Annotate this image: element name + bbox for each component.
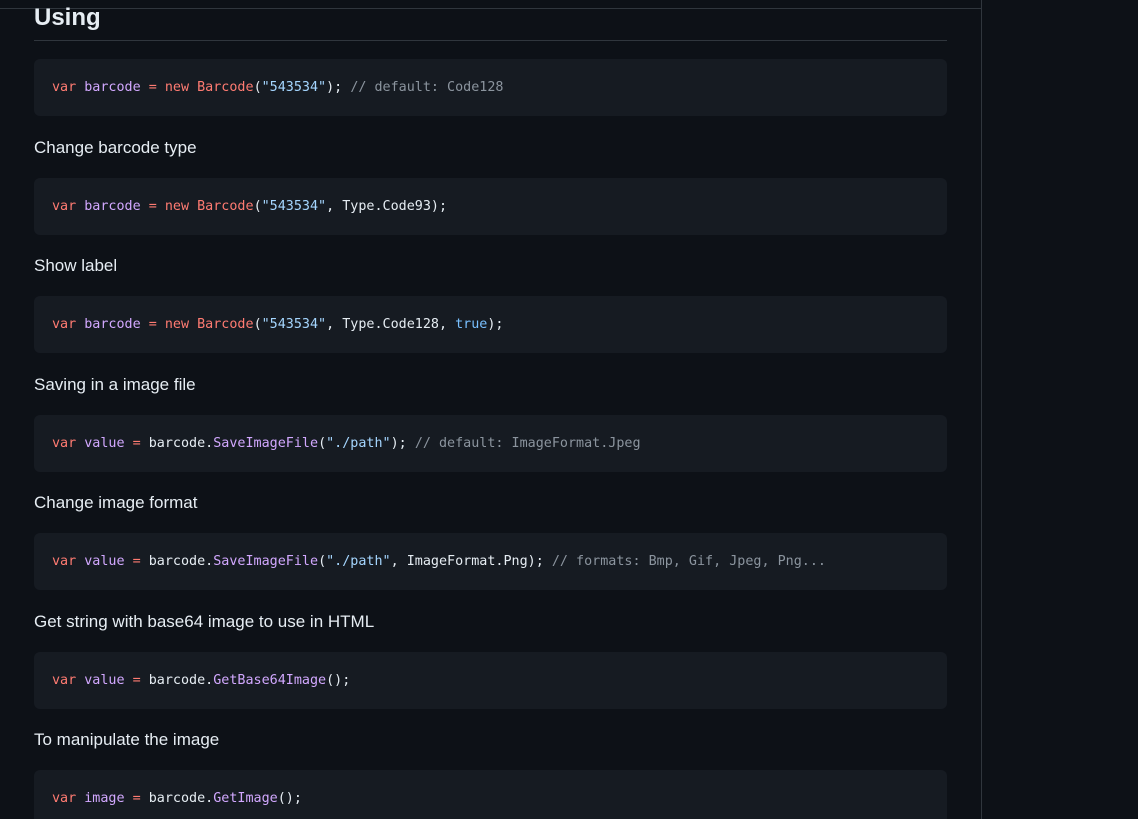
code-token: true <box>455 317 488 332</box>
code-block-change-image-format[interactable]: var value = barcode.SaveImageFile("./pat… <box>34 533 947 590</box>
code-token: barcode. <box>140 436 214 451</box>
code-token: var <box>52 673 77 688</box>
code-comment: // default: Code128 <box>350 80 504 95</box>
code-token: ); <box>326 80 351 95</box>
code-token: ); <box>390 436 415 451</box>
code-token: , Type.Code128, <box>326 317 456 332</box>
paragraph-base64-image: Get string with base64 image to use in H… <box>34 612 375 631</box>
right-side-panel <box>983 0 1138 819</box>
code-token: new <box>164 80 190 95</box>
code-token: barcode <box>84 317 141 332</box>
code-comment: // default: ImageFormat.Jpeg <box>414 436 641 451</box>
code-token: = <box>132 436 141 451</box>
code-token: = <box>148 199 157 214</box>
code-block-saving-image-file[interactable]: var value = barcode.SaveImageFile("./pat… <box>34 415 947 472</box>
code-token: value <box>84 436 125 451</box>
code-token: "543534" <box>261 199 327 214</box>
code-token: barcode <box>84 199 141 214</box>
code-token: value <box>84 673 125 688</box>
code-token: var <box>52 554 77 569</box>
code-token: ( <box>318 554 327 569</box>
code-token: = <box>148 80 157 95</box>
paragraph-manipulate-image: To manipulate the image <box>34 730 220 749</box>
code-token: var <box>52 199 77 214</box>
section-heading-using: Using <box>34 0 947 41</box>
code-token: var <box>52 317 77 332</box>
code-block-show-label[interactable]: var barcode = new Barcode("543534", Type… <box>34 296 947 353</box>
code-token: ( <box>318 436 327 451</box>
paragraph-show-label: Show label <box>34 256 118 275</box>
code-token: SaveImageFile <box>213 554 319 569</box>
code-token: = <box>148 317 157 332</box>
code-token: "543534" <box>261 80 327 95</box>
code-token: (); <box>277 791 302 806</box>
paragraph-change-barcode-type: Change barcode type <box>34 138 197 157</box>
code-token: Barcode <box>197 317 254 332</box>
code-token: image <box>84 791 125 806</box>
code-token: ); <box>487 317 504 332</box>
code-comment: // formats: Bmp, Gif, Jpeg, Png... <box>551 554 826 569</box>
code-token: barcode <box>84 80 141 95</box>
code-token: var <box>52 80 77 95</box>
code-block-base64-image[interactable]: var value = barcode.GetBase64Image(); <box>34 652 947 709</box>
code-token: "./path" <box>326 554 391 569</box>
code-block-manipulate-image[interactable]: var image = barcode.GetImage(); <box>34 770 947 819</box>
code-token: = <box>132 791 141 806</box>
code-token: var <box>52 791 77 806</box>
code-token: new <box>164 199 190 214</box>
code-token: GetBase64Image <box>213 673 327 688</box>
code-token: new <box>164 317 190 332</box>
code-token: "./path" <box>326 436 391 451</box>
code-token: barcode. <box>140 791 214 806</box>
code-block-default-barcode[interactable]: var barcode = new Barcode("543534"); // … <box>34 59 947 116</box>
code-token: value <box>84 554 125 569</box>
code-token: GetImage <box>213 791 278 806</box>
paragraph-saving-image-file: Saving in a image file <box>34 375 196 394</box>
code-token: , Type.Code93); <box>326 199 448 214</box>
paragraph-change-image-format: Change image format <box>34 493 198 512</box>
code-token: (); <box>326 673 351 688</box>
code-token: SaveImageFile <box>213 436 319 451</box>
code-token: "543534" <box>261 317 327 332</box>
code-token: ( <box>253 317 262 332</box>
code-token: barcode. <box>140 673 214 688</box>
code-token: barcode. <box>140 554 214 569</box>
code-token: = <box>132 554 141 569</box>
code-token: ( <box>253 80 262 95</box>
code-token: var <box>52 436 77 451</box>
code-block-change-barcode-type[interactable]: var barcode = new Barcode("543534", Type… <box>34 178 947 235</box>
code-token: , ImageFormat.Png); <box>390 554 552 569</box>
code-token: Barcode <box>197 80 254 95</box>
code-token: = <box>132 673 141 688</box>
code-token: Barcode <box>197 199 254 214</box>
code-token: ( <box>253 199 262 214</box>
